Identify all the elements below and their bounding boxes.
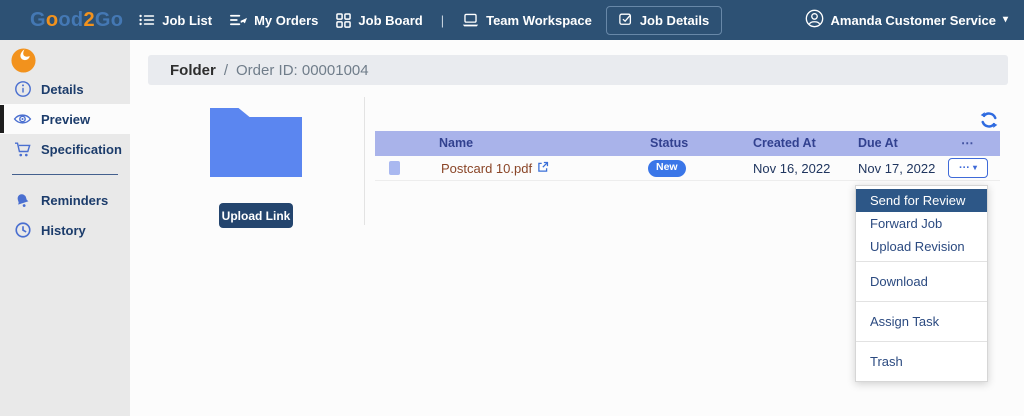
list-icon xyxy=(139,13,155,27)
job-details-label: Job Details xyxy=(639,12,710,28)
column-header-status: Status xyxy=(650,136,689,150)
logo-segment-orange-2: 2 xyxy=(83,8,95,31)
refresh-icon[interactable] xyxy=(979,110,999,130)
status-badge: New xyxy=(648,160,686,177)
nav-menu: Job List My Orders Job Board | Team Work… xyxy=(139,13,592,28)
folder-icon[interactable] xyxy=(210,108,302,177)
breadcrumb-separator: / xyxy=(223,61,229,79)
user-name: Amanda Customer Service xyxy=(830,12,996,28)
good2go-mark-icon xyxy=(0,40,130,74)
top-navbar: Good2Go Job List My Orders Job Board | T… xyxy=(0,0,1024,40)
sidebar-item-details[interactable]: Details xyxy=(0,74,130,104)
sidebar: Details Preview Specification Reminders … xyxy=(0,40,130,416)
checkbox-check-icon xyxy=(619,12,633,29)
column-header-created-at: Created At xyxy=(753,136,816,150)
orders-icon xyxy=(230,13,248,27)
info-icon xyxy=(13,80,32,99)
column-header-name: Name xyxy=(439,136,474,150)
created-at-value: Nov 16, 2022 xyxy=(753,161,831,176)
grid-icon xyxy=(336,12,352,28)
workspace-icon xyxy=(462,13,479,27)
user-menu[interactable]: Amanda Customer Service ▾ xyxy=(805,9,1024,31)
table-header-row: Name Status Created At Due At ⋯ xyxy=(375,131,1000,156)
nav-item-label: Team Workspace xyxy=(486,12,592,28)
menu-group: Assign Task xyxy=(856,301,987,341)
nav-separator: | xyxy=(440,12,445,28)
nav-item-job-board[interactable]: Job Board xyxy=(336,12,423,28)
history-clock-icon xyxy=(13,221,32,240)
menu-item-download[interactable]: Download xyxy=(856,266,987,297)
menu-item-trash[interactable]: Trash xyxy=(856,346,987,377)
menu-group: Send for Review Forward Job Upload Revis… xyxy=(856,186,987,261)
due-at-value: Nov 17, 2022 xyxy=(858,161,936,176)
chevron-down-icon: ▾ xyxy=(972,163,977,172)
nav-item-label: My Orders xyxy=(254,12,319,28)
logo-segment: Go xyxy=(94,8,124,31)
nav-item-job-list[interactable]: Job List xyxy=(139,13,212,28)
eye-icon xyxy=(13,110,32,129)
sidebar-item-label: Details xyxy=(41,81,84,97)
sidebar-item-reminders[interactable]: Reminders xyxy=(0,185,130,215)
sidebar-divider xyxy=(12,174,118,175)
external-link-icon xyxy=(537,161,549,176)
nav-item-my-orders[interactable]: My Orders xyxy=(230,13,318,28)
sidebar-item-preview[interactable]: Preview xyxy=(0,104,130,134)
menu-group: Download xyxy=(856,261,987,301)
nav-item-label: Job Board xyxy=(358,12,423,28)
files-table: Name Status Created At Due At ⋯ Postcard… xyxy=(375,131,1000,181)
file-name-link[interactable]: Postcard 10.pdf xyxy=(441,156,549,181)
person-icon xyxy=(805,9,824,31)
logo-segment: G xyxy=(30,8,46,31)
nav-item-team-workspace[interactable]: Team Workspace xyxy=(462,13,592,28)
sidebar-item-label: Preview xyxy=(41,111,91,127)
sidebar-item-label: Specification xyxy=(41,141,122,157)
menu-item-upload-revision[interactable]: Upload Revision xyxy=(856,235,987,258)
sidebar-item-label: Reminders xyxy=(41,192,109,208)
menu-group: Trash xyxy=(856,341,987,381)
breadcrumb: Folder / Order ID: 00001004 xyxy=(148,55,1008,85)
sidebar-item-specification[interactable]: Specification xyxy=(0,134,130,164)
bell-icon xyxy=(13,191,32,210)
menu-item-forward-job[interactable]: Forward Job xyxy=(856,212,987,235)
upload-link-button[interactable]: Upload Link xyxy=(219,203,293,228)
sidebar-item-label: History xyxy=(41,222,86,238)
row-actions-dropdown-button[interactable]: ··· ▾ xyxy=(948,158,988,178)
table-row: Postcard 10.pdf New Nov 16, 2022 Nov 17,… xyxy=(375,156,1000,181)
breadcrumb-folder[interactable]: Folder xyxy=(170,62,216,79)
file-icon xyxy=(389,161,400,175)
menu-item-assign-task[interactable]: Assign Task xyxy=(856,306,987,337)
breadcrumb-order-id: Order ID: 00001004 xyxy=(236,61,369,79)
menu-item-send-for-review[interactable]: Send for Review xyxy=(856,189,987,212)
logo-segment: od xyxy=(58,8,84,31)
sidebar-item-history[interactable]: History xyxy=(0,215,130,245)
chevron-down-icon: ▾ xyxy=(1002,14,1008,25)
nav-item-label: Job List xyxy=(162,12,213,28)
job-details-button[interactable]: Job Details xyxy=(605,5,723,35)
cart-icon xyxy=(13,140,32,159)
logo-segment-orange-o: o xyxy=(45,8,59,31)
main-panel: Folder / Order ID: 00001004 Upload Link … xyxy=(130,40,1024,416)
vertical-divider xyxy=(364,97,365,225)
file-name-text: Postcard 10.pdf xyxy=(441,161,533,176)
good2go-logo[interactable]: Good2Go xyxy=(30,9,123,32)
row-actions-context-menu: Send for Review Forward Job Upload Revis… xyxy=(855,185,988,382)
ellipsis-icon: ··· xyxy=(958,162,970,174)
column-header-due-at: Due At xyxy=(858,136,898,150)
column-header-actions: ⋯ xyxy=(961,136,974,150)
